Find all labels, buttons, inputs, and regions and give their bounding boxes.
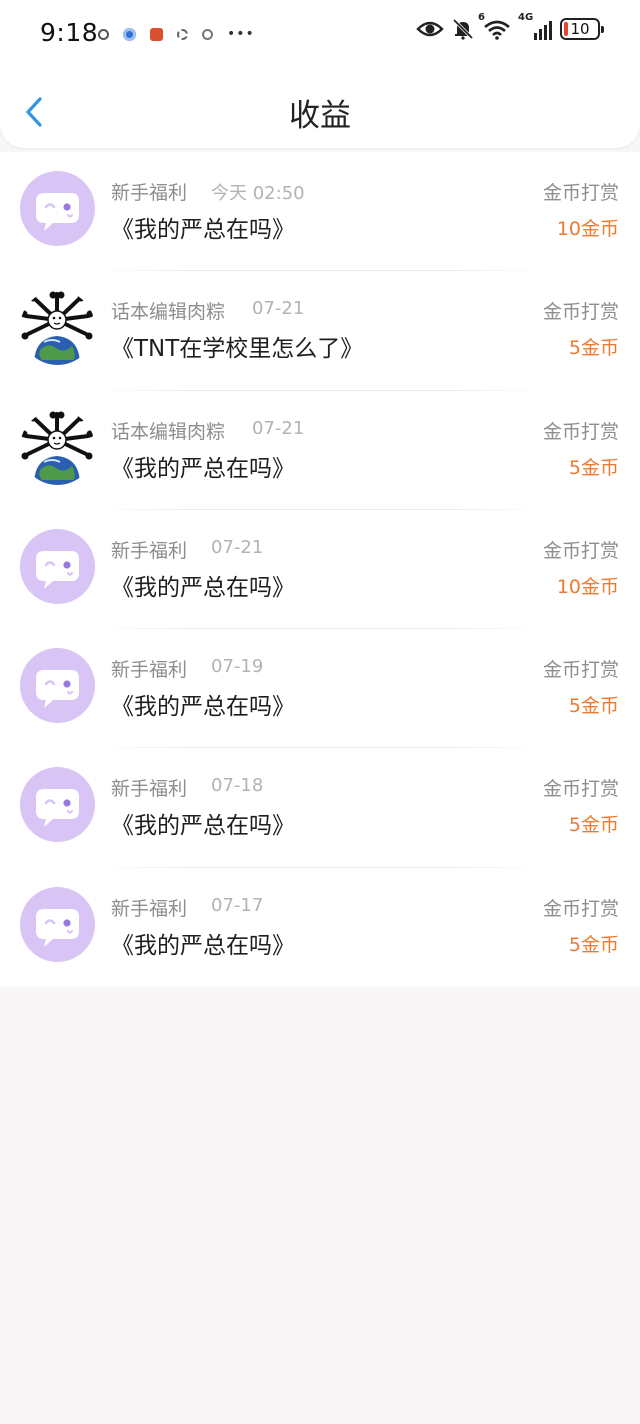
app-notification-icon: [202, 28, 213, 40]
reward-amount: 5金币: [568, 814, 619, 837]
chat-bubble-icon: [36, 193, 79, 231]
book-title: 《我的严总在吗》: [111, 813, 295, 840]
entry-date: 07-21: [252, 417, 305, 439]
book-title: 《TNT在学校里怎么了》: [111, 336, 364, 363]
more-notifications-icon: •••: [227, 26, 255, 42]
entry-date: 今天 02:50: [211, 183, 305, 204]
top-card: 9:18 ••• 6 4G 10 收益: [0, 0, 640, 148]
page-title: 收益: [289, 98, 351, 134]
earning-row[interactable]: 新手福利 07-17 《我的严总在吗》 金币打赏 5金币: [0, 868, 640, 987]
cellular-signal-icon: 4G: [518, 12, 552, 40]
reward-amount: 5金币: [568, 695, 619, 718]
earning-row[interactable]: 新手福利 07-19 《我的严总在吗》 金币打赏 5金币: [0, 629, 640, 749]
earning-row[interactable]: 新手福利 07-18 《我的严总在吗》 金币打赏 5金币: [0, 748, 640, 868]
editor-avatar-icon: [20, 291, 94, 366]
editor-avatar-icon: [20, 411, 94, 485]
chat-bubble-icon: [36, 670, 79, 709]
avatar: [20, 886, 95, 962]
reward-type: 金币打赏: [542, 897, 619, 920]
earning-row[interactable]: 话本编辑肉粽 07-21 《TNT在学校里怎么了》 金币打赏 5金币: [0, 271, 640, 391]
book-title: 《我的严总在吗》: [111, 932, 295, 959]
bell-muted-icon: [452, 18, 474, 40]
app-notification-icon: [123, 27, 136, 41]
reward-type: 金币打赏: [542, 420, 619, 443]
sender-name: 话本编辑肉粽: [111, 301, 226, 324]
wifi-badge: 6: [478, 12, 485, 23]
earning-row[interactable]: 话本编辑肉粽 07-21 《我的严总在吗》 金币打赏 5金币: [0, 391, 640, 510]
entry-date: 07-18: [211, 775, 264, 797]
earnings-list: 新手福利 今天 02:50 《我的严总在吗》 金币打赏 10金币 话本编辑肉粽 …: [0, 152, 640, 988]
sender-name: 新手福利: [111, 539, 188, 562]
book-title: 《我的严总在吗》: [111, 694, 295, 721]
wifi-icon: 6: [478, 12, 512, 40]
app-notification-icon: [177, 28, 188, 40]
reward-type: 金币打赏: [542, 182, 619, 204]
chat-bubble-icon: [36, 908, 79, 947]
avatar: [20, 290, 95, 366]
status-right: 6 4G 10: [416, 12, 604, 40]
reward-type: 金币打赏: [542, 301, 619, 324]
eye-icon: [416, 21, 444, 37]
book-title: 《我的严总在吗》: [111, 455, 295, 482]
network-type-label: 4G: [518, 12, 534, 23]
reward-amount: 5金币: [568, 456, 619, 479]
battery-level: 10: [570, 20, 590, 38]
sender-name: 新手福利: [111, 897, 188, 920]
reward-type: 金币打赏: [542, 778, 619, 801]
notification-icons: •••: [98, 26, 255, 42]
avatar: [20, 767, 95, 843]
app-notification-icon: [98, 28, 109, 40]
page-header: 收益: [0, 72, 640, 148]
book-title: 《我的严总在吗》: [111, 217, 295, 243]
chat-bubble-icon: [36, 789, 79, 828]
reward-type: 金币打赏: [542, 539, 619, 562]
sender-name: 新手福利: [111, 182, 188, 204]
avatar: [20, 648, 95, 724]
reward-amount: 5金币: [568, 933, 619, 956]
sender-name: 话本编辑肉粽: [111, 420, 226, 443]
status-time: 9:18: [40, 18, 99, 47]
app-notification-icon: [150, 27, 163, 41]
entry-date: 07-21: [211, 536, 264, 558]
sender-name: 新手福利: [111, 778, 188, 801]
avatar: [20, 171, 95, 246]
sender-name: 新手福利: [111, 659, 188, 682]
reward-type: 金币打赏: [542, 659, 619, 682]
book-title: 《我的严总在吗》: [111, 574, 295, 601]
reward-amount: 5金币: [568, 337, 619, 360]
entry-date: 07-21: [252, 298, 305, 320]
battery-icon: 10: [560, 18, 604, 40]
avatar: [20, 409, 95, 485]
earning-row[interactable]: 新手福利 07-21 《我的严总在吗》 金币打赏 10金币: [0, 510, 640, 630]
status-bar: 9:18 ••• 6 4G 10: [0, 0, 640, 66]
reward-amount: 10金币: [556, 218, 619, 240]
avatar: [20, 528, 95, 604]
entry-date: 07-19: [211, 656, 264, 678]
entry-date: 07-17: [211, 894, 264, 916]
earning-row[interactable]: 新手福利 今天 02:50 《我的严总在吗》 金币打赏 10金币: [0, 152, 640, 272]
chat-bubble-icon: [36, 550, 79, 589]
reward-amount: 10金币: [556, 575, 619, 598]
